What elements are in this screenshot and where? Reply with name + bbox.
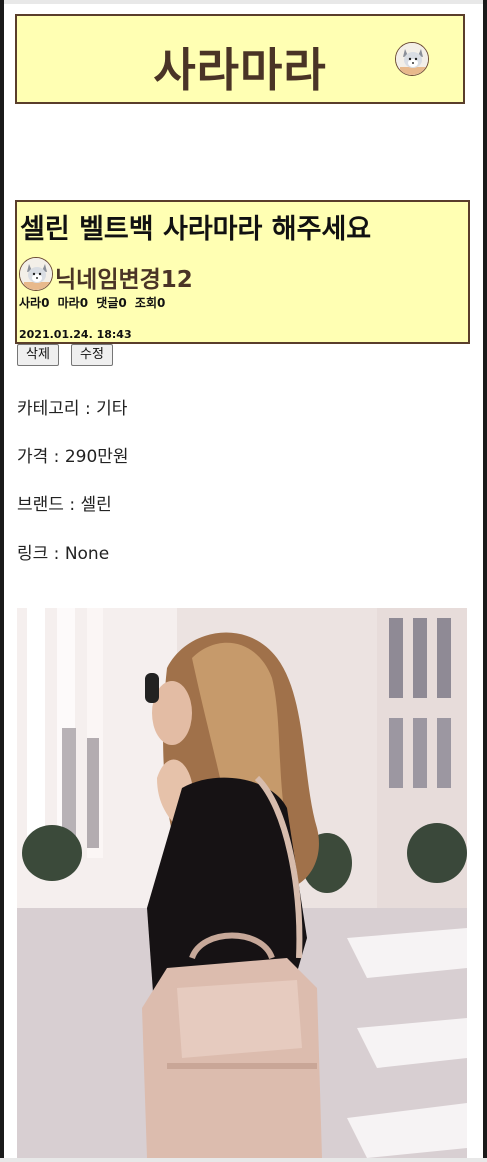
window-left-border — [0, 0, 4, 1162]
window-top-edge — [0, 0, 487, 4]
user-avatar-icon[interactable] — [395, 42, 429, 76]
view-label: 조회 — [134, 296, 158, 310]
comment-count: 0 — [118, 296, 127, 310]
view-count: 0 — [157, 296, 166, 310]
delete-button[interactable]: 삭제 — [17, 344, 59, 366]
mara-stat: 마라0 — [58, 296, 88, 310]
post-stats: 사라0 마라0 댓글0 조회0 — [19, 294, 169, 311]
post-title: 셀린 벨트백 사라마라 해주세요 — [20, 214, 372, 245]
author-nickname[interactable]: 닉네임변경12 — [55, 260, 193, 294]
site-header: 사라마라 — [15, 14, 465, 104]
view-stat: 조회0 — [135, 296, 165, 310]
mara-count: 0 — [79, 296, 89, 310]
comment-stat: 댓글0 — [96, 296, 126, 310]
sara-stat: 사라0 — [19, 296, 49, 310]
comment-label: 댓글 — [96, 296, 119, 310]
window-right-border — [483, 0, 487, 1162]
link-text: 링크 : None — [17, 544, 110, 564]
sara-count: 0 — [41, 296, 50, 310]
mara-label: 마라 — [57, 296, 80, 310]
window-bottom-edge — [0, 1158, 487, 1162]
sara-label: 사라 — [19, 296, 42, 310]
post-info-panel: 셀린 벨트백 사라마라 해주세요 닉네임변경12 사라0 마라0 댓글0 조회0… — [15, 200, 470, 344]
edit-button[interactable]: 수정 — [71, 344, 113, 366]
price-text: 가격 : 290만원 — [17, 447, 129, 467]
brand-text: 브랜드 : 셀린 — [17, 495, 112, 515]
author-avatar-icon[interactable] — [19, 257, 53, 291]
category-text: 카테고리 : 기타 — [17, 399, 128, 419]
post-date: 2021.01.24. 18:43 — [19, 328, 132, 341]
product-photo — [17, 608, 467, 1158]
